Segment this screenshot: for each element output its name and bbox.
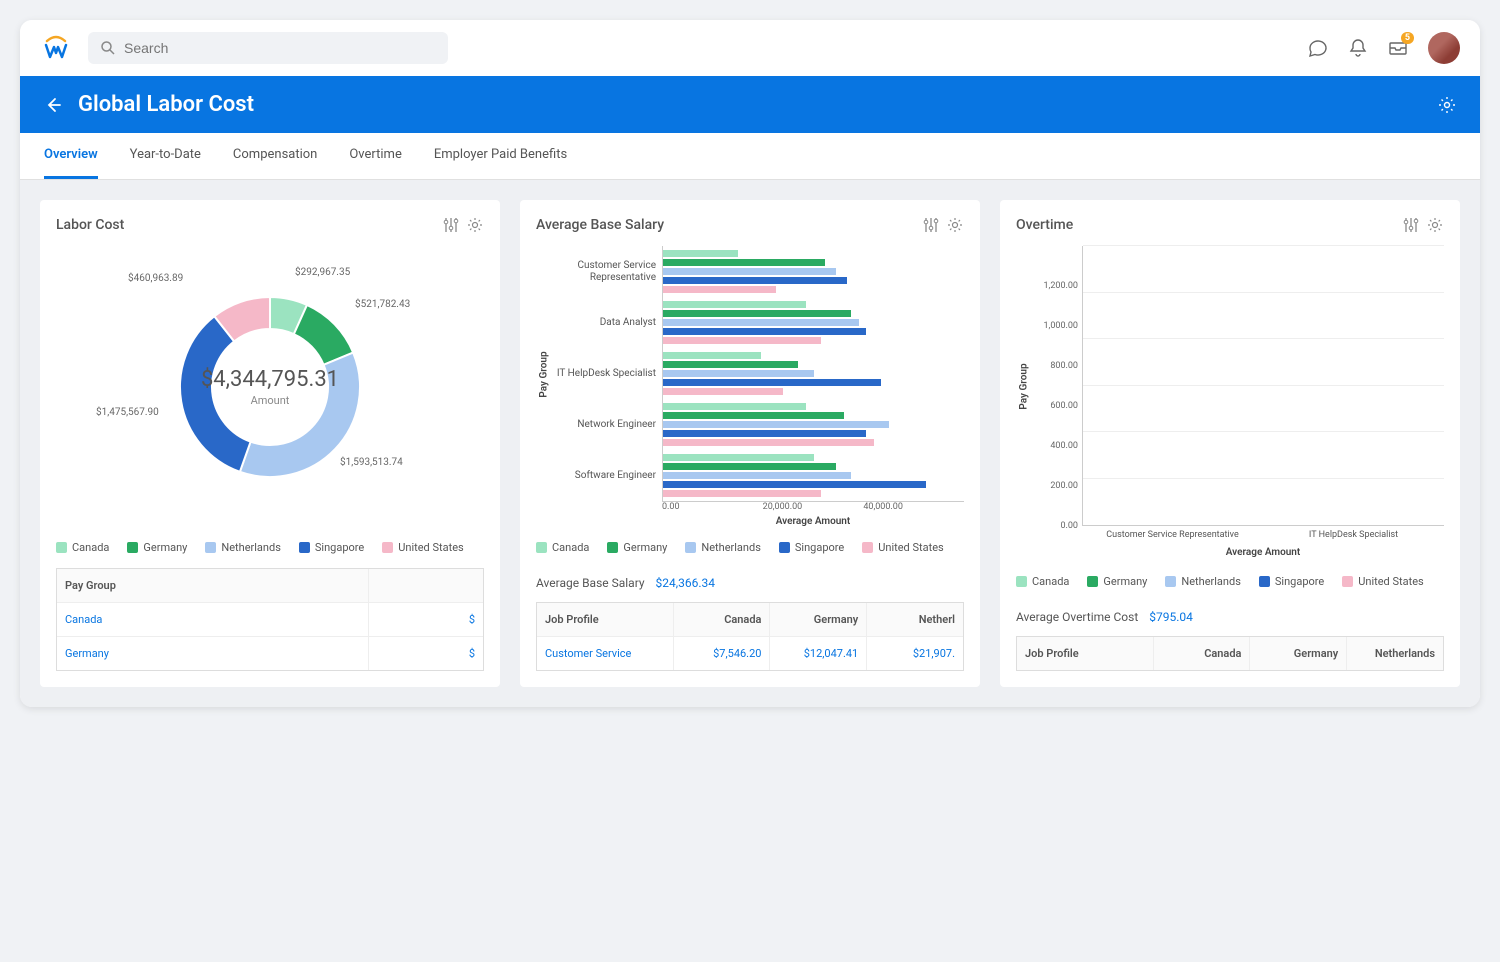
inbox-icon[interactable]: 5 — [1388, 38, 1408, 58]
table-row[interactable]: Canada $ — [57, 603, 483, 637]
legend-item[interactable]: Germany — [1087, 575, 1147, 588]
card-title: Average Base Salary — [536, 217, 922, 233]
legend-item[interactable]: United States — [1342, 575, 1423, 588]
card-labor-cost: Labor Cost $4,344,795.31 Amount $292,967… — [40, 200, 500, 687]
card-title: Overtime — [1016, 217, 1402, 233]
legend-item[interactable]: Germany — [607, 541, 667, 554]
tab-overtime[interactable]: Overtime — [349, 133, 401, 179]
slice-label: $1,475,567.90 — [96, 407, 159, 418]
card-title: Labor Cost — [56, 217, 442, 233]
labor-cost-donut: $4,344,795.31 Amount $292,967.35 $521,78… — [140, 257, 400, 517]
avatar[interactable] — [1428, 32, 1460, 64]
legend-item[interactable]: Singapore — [779, 541, 844, 554]
topbar: 5 — [20, 20, 1480, 76]
legend-item[interactable]: Singapore — [299, 541, 364, 554]
x-axis-label: Average Amount — [1082, 547, 1444, 558]
legend-item[interactable]: Netherlands — [685, 541, 761, 554]
tab-overview[interactable]: Overview — [44, 133, 98, 179]
overtime-table: Job Profile Canada Germany Netherlands — [1016, 636, 1444, 671]
sliders-icon[interactable] — [922, 216, 940, 234]
labor-cost-table: Pay Group Canada $ Germany $ — [56, 568, 484, 671]
legend-item[interactable]: United States — [862, 541, 943, 554]
legend: Canada Germany Netherlands Singapore United … — [536, 541, 964, 554]
gear-icon[interactable] — [1438, 96, 1456, 114]
legend-item[interactable]: Canada — [536, 541, 589, 554]
card-overtime: Overtime Pay Group 0.00200.00400.00600.0… — [1000, 200, 1460, 687]
legend-item[interactable]: Singapore — [1259, 575, 1324, 588]
gear-icon[interactable] — [1426, 216, 1444, 234]
summary-line: Average Base Salary $24,366.34 — [536, 576, 964, 590]
y-axis-label: Pay Group — [1019, 363, 1030, 409]
gear-icon[interactable] — [946, 216, 964, 234]
search-icon — [100, 40, 116, 56]
inbox-badge: 5 — [1401, 32, 1414, 44]
avg-salary-table: Job Profile Canada Germany Netherl Custo… — [536, 602, 964, 671]
summary-line: Average Overtime Cost $795.04 — [1016, 610, 1444, 624]
sliders-icon[interactable] — [442, 216, 460, 234]
legend-item[interactable]: Canada — [1016, 575, 1069, 588]
tab-year-to-date[interactable]: Year-to-Date — [130, 133, 201, 179]
slice-label: $292,967.35 — [295, 267, 350, 278]
legend-item[interactable]: Netherlands — [205, 541, 281, 554]
table-header — [369, 569, 483, 602]
donut-sublabel: Amount — [201, 394, 339, 407]
chat-icon[interactable] — [1308, 38, 1328, 58]
legend: Canada Germany Netherlands Singapore United … — [1016, 575, 1444, 588]
tab-employer-paid-benefits[interactable]: Employer Paid Benefits — [434, 133, 567, 179]
category-label: Customer Service Representative — [552, 246, 662, 297]
legend-item[interactable]: Canada — [56, 541, 109, 554]
table-header: Pay Group — [57, 569, 369, 602]
tabs: Overview Year-to-Date Compensation Overt… — [20, 133, 1480, 180]
search-box[interactable] — [88, 32, 448, 64]
category-label: Network Engineer — [552, 400, 662, 451]
page-header: Global Labor Cost — [20, 76, 1480, 133]
category-label: IT HelpDesk Specialist — [1263, 526, 1444, 545]
slice-label: $521,782.43 — [355, 299, 410, 310]
legend: Canada Germany Netherlands Singapore United … — [56, 541, 484, 554]
slice-label: $1,593,513.74 — [340, 457, 403, 468]
tab-compensation[interactable]: Compensation — [233, 133, 317, 179]
bell-icon[interactable] — [1348, 38, 1368, 58]
category-label: Software Engineer — [552, 451, 662, 502]
back-arrow-icon[interactable] — [44, 96, 62, 114]
table-row[interactable]: Germany $ — [57, 637, 483, 670]
card-avg-salary: Average Base Salary Pay Group Customer S… — [520, 200, 980, 687]
table-row[interactable]: Customer Service $7,546.20 $12,047.41 $2… — [537, 637, 963, 670]
search-input[interactable] — [124, 40, 436, 56]
legend-item[interactable]: Netherlands — [1165, 575, 1241, 588]
donut-total: $4,344,795.31 — [201, 367, 339, 392]
legend-item[interactable]: Germany — [127, 541, 187, 554]
page-title: Global Labor Cost — [78, 92, 1422, 117]
gear-icon[interactable] — [466, 216, 484, 234]
y-axis-label: Pay Group — [539, 351, 550, 397]
slice-label: $460,963.89 — [128, 273, 183, 284]
legend-item[interactable]: United States — [382, 541, 463, 554]
workday-logo[interactable] — [40, 32, 72, 64]
category-label: Customer Service Representative — [1082, 526, 1263, 545]
category-label: IT HelpDesk Specialist — [552, 348, 662, 399]
x-axis-label: Average Amount — [662, 516, 964, 527]
category-label: Data Analyst — [552, 297, 662, 348]
sliders-icon[interactable] — [1402, 216, 1420, 234]
